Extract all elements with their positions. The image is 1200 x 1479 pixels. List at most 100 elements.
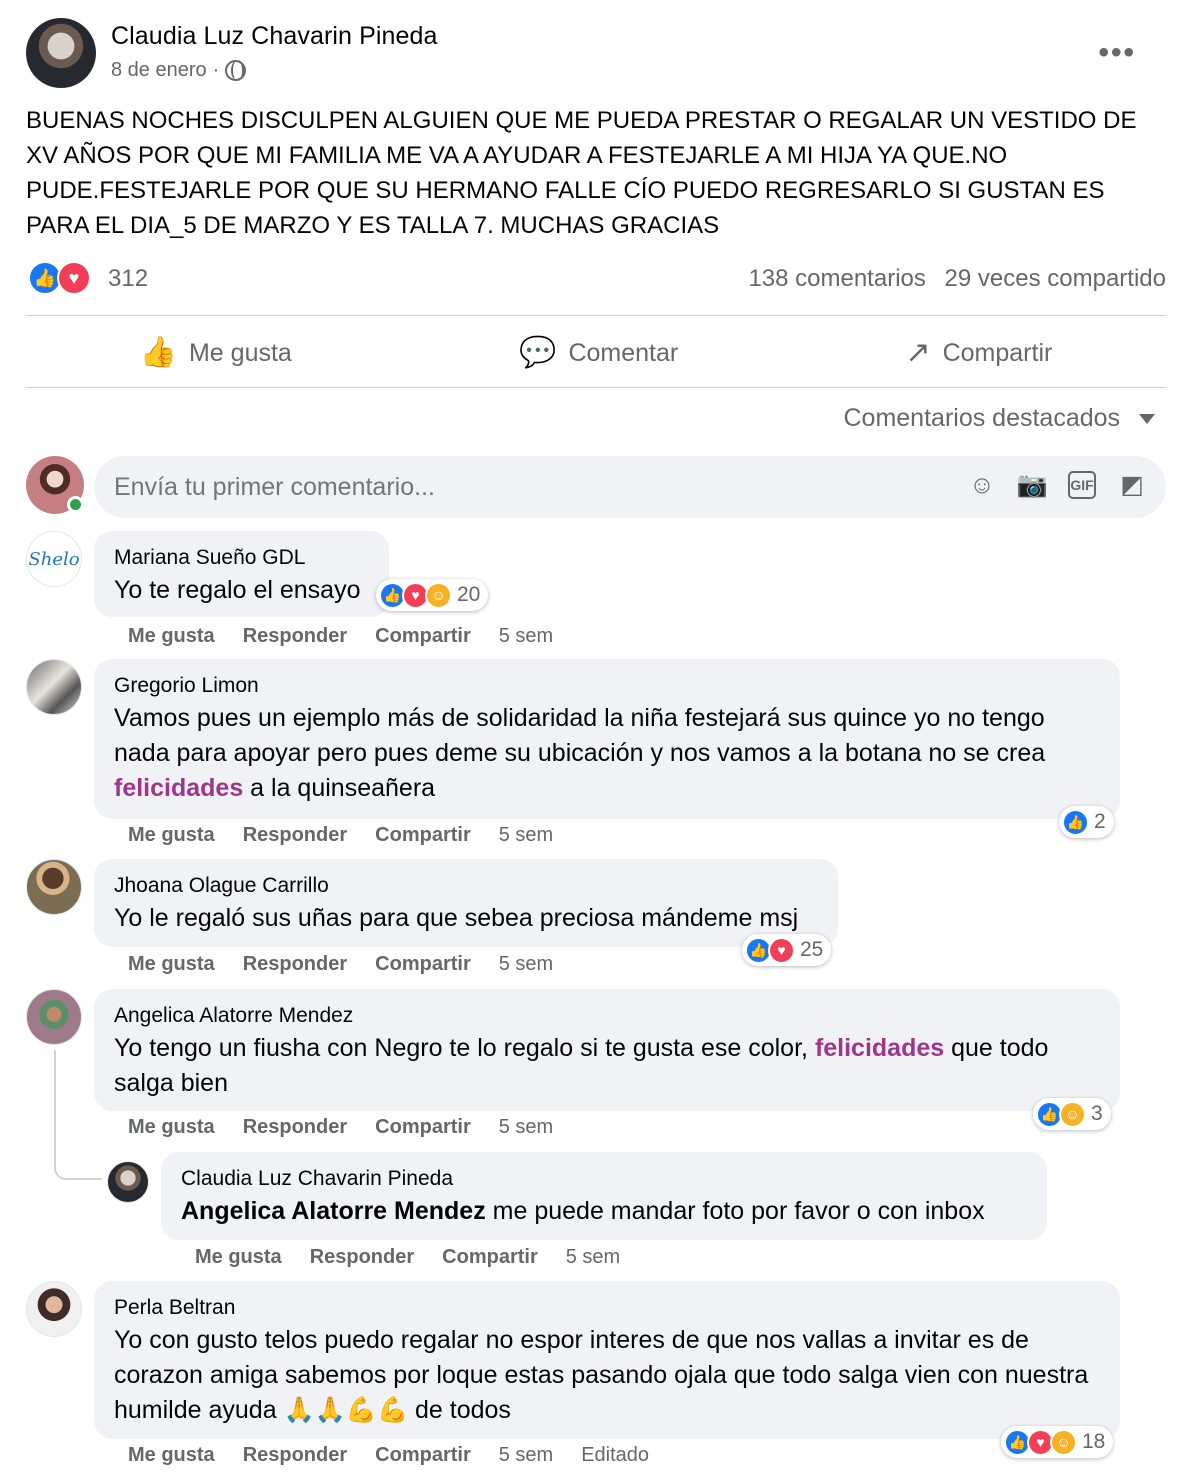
comment-text-part: Yo tengo un fiusha con Negro te lo regal… <box>114 1034 815 1062</box>
comment-like-link[interactable]: Me gusta <box>128 1444 215 1467</box>
reply-text-part: me puede mandar foto por favor o con inb… <box>485 1197 985 1225</box>
post-author-avatar[interactable] <box>26 18 96 88</box>
comment-actions: Me gusta Responder Compartir 5 sem Edita… <box>128 1444 649 1467</box>
commenter-name[interactable]: Mariana Sueño GDL <box>114 543 369 573</box>
post-date[interactable]: 8 de enero <box>111 59 207 82</box>
comment-share-link[interactable]: Compartir <box>375 824 471 847</box>
commenter-name[interactable]: Jhoana Olague Carrillo <box>114 871 818 901</box>
reply-author-avatar[interactable] <box>107 1161 149 1203</box>
highlight-link[interactable]: felicidades <box>815 1034 944 1062</box>
commenter-avatar[interactable] <box>26 659 82 715</box>
comment-reaction-pill[interactable]: 👍 2 <box>1059 806 1114 838</box>
post-author-name[interactable]: Claudia Luz Chavarin Pineda <box>111 22 438 51</box>
reply-actions: Me gusta Responder Compartir 5 sem <box>195 1246 620 1269</box>
comment-reply-link[interactable]: Responder <box>243 1116 347 1139</box>
commenter-name[interactable]: Gregorio Limon <box>114 671 1100 701</box>
comment-text-part: a la quinseañera <box>243 774 436 802</box>
edited-label: Editado <box>581 1444 650 1466</box>
post-meta: 8 de enero · <box>111 59 247 82</box>
shares-count[interactable]: 29 veces compartido <box>945 265 1166 292</box>
comment-actions: Me gusta Responder Compartir 5 sem <box>128 953 553 976</box>
comment-like-link[interactable]: Me gusta <box>128 824 215 847</box>
comments-count[interactable]: 138 comentarios <box>748 265 925 292</box>
comment-sort-dropdown[interactable]: Comentarios destacados <box>843 404 1155 433</box>
comment-button-label: Comentar <box>568 338 679 367</box>
composer-tools: ☺ 📷 GIF ◩ <box>968 471 1146 499</box>
comment-text-part: Vamos pues un ejemplo más de solidaridad… <box>114 704 1046 767</box>
thumbs-up-icon: 👍 <box>139 336 177 369</box>
comment-reply-link[interactable]: Responder <box>243 824 347 847</box>
post-action-bar: 👍 Me gusta 💬 Comentar ↗ Compartir <box>26 318 1166 388</box>
comment-reaction-count: 25 <box>800 938 824 961</box>
gif-icon[interactable]: GIF <box>1068 471 1096 499</box>
actions-divider <box>26 387 1166 388</box>
share-arrow-icon: ↗ <box>905 336 931 369</box>
comment-reaction-pill[interactable]: 👍 ♥ ☺ 20 <box>376 579 489 611</box>
comment-actions: Me gusta Responder Compartir 5 sem <box>128 1116 553 1139</box>
globe-icon[interactable] <box>225 60 247 81</box>
comment-share-link[interactable]: Compartir <box>375 1116 471 1139</box>
comment-time[interactable]: 5 sem <box>499 824 553 847</box>
commenter-avatar[interactable] <box>26 1281 82 1337</box>
comment-reaction-count: 3 <box>1091 1102 1103 1125</box>
comment-time[interactable]: 5 sem <box>499 1444 553 1467</box>
comment-like-link[interactable]: Me gusta <box>128 1116 215 1139</box>
care-reaction-icon: ☺ <box>425 581 452 609</box>
reply-author-name[interactable]: Claudia Luz Chavarin Pineda <box>181 1164 1027 1194</box>
comment-reaction-pill[interactable]: 👍 ♥ ☺ 18 <box>1001 1426 1114 1458</box>
comment-actions: Me gusta Responder Compartir 5 sem <box>128 625 553 648</box>
meta-separator: · <box>212 59 220 81</box>
comment-like-link[interactable]: Me gusta <box>128 953 215 976</box>
comment-text: Yo con gusto telos puedo regalar no espo… <box>114 1326 1089 1424</box>
sticker-icon[interactable]: ◩ <box>1118 471 1146 499</box>
reply-mention[interactable]: Angelica Alatorre Mendez <box>181 1197 486 1225</box>
commenter-avatar[interactable]: Shelo <box>26 531 82 587</box>
comment-reply-link[interactable]: Responder <box>243 1444 347 1467</box>
comment-share-link[interactable]: Compartir <box>375 953 471 976</box>
reaction-icons[interactable]: 👍 ♥ <box>28 261 91 295</box>
camera-icon[interactable]: 📷 <box>1016 471 1047 499</box>
chevron-down-icon <box>1139 414 1155 425</box>
comment-time[interactable]: 5 sem <box>499 1116 553 1139</box>
post-reactions-summary[interactable]: 👍 ♥ 312 138 comentarios 29 veces compart… <box>26 260 1166 300</box>
comment-bubble: Jhoana Olague Carrillo Yo le regaló sus … <box>94 859 838 947</box>
like-button[interactable]: 👍 Me gusta <box>118 330 314 376</box>
commenter-name[interactable]: Perla Beltran <box>114 1293 1100 1323</box>
comment-time[interactable]: 5 sem <box>499 625 553 648</box>
share-button-label: Compartir <box>942 338 1053 367</box>
highlight-link[interactable]: felicidades <box>114 774 243 802</box>
reply-reply-link[interactable]: Responder <box>310 1246 414 1269</box>
comment-share-link[interactable]: Compartir <box>375 1444 471 1467</box>
comment-reply-link[interactable]: Responder <box>243 625 347 648</box>
commenter-avatar[interactable] <box>26 989 82 1045</box>
comment-share-link[interactable]: Compartir <box>375 625 471 648</box>
reply-bubble: Claudia Luz Chavarin Pineda Angelica Ala… <box>161 1152 1047 1240</box>
comment-item: Shelo Mariana Sueño GDL Yo te regalo el … <box>26 531 1166 656</box>
reaction-count[interactable]: 312 <box>108 265 148 293</box>
comment-bubble: Angelica Alatorre Mendez Yo tengo un fiu… <box>94 989 1120 1111</box>
reply-text: Angelica Alatorre Mendez me puede mandar… <box>181 1194 1027 1229</box>
share-button[interactable]: ↗ Compartir <box>883 330 1074 376</box>
comment-reply-link[interactable]: Responder <box>243 953 347 976</box>
comment-item: Perla Beltran Yo con gusto telos puedo r… <box>26 1281 1166 1479</box>
commenter-avatar[interactable] <box>26 859 82 915</box>
comment-bubble: Gregorio Limon Vamos pues un ejemplo más… <box>94 659 1120 819</box>
reply-share-link[interactable]: Compartir <box>442 1246 538 1269</box>
comment-bubble: Perla Beltran Yo con gusto telos puedo r… <box>94 1281 1120 1439</box>
love-reaction-icon: ♥ <box>57 261 91 295</box>
comment-text: Yo le regaló sus uñas para que sebea pre… <box>114 904 799 932</box>
commenter-name[interactable]: Angelica Alatorre Mendez <box>114 1001 1100 1031</box>
comment-like-link[interactable]: Me gusta <box>128 625 215 648</box>
more-options-icon[interactable]: ••• <box>1098 36 1136 70</box>
comment-item: Angelica Alatorre Mendez Yo tengo un fiu… <box>26 989 1166 1139</box>
comment-reaction-pill[interactable]: 👍 ☺ 3 <box>1033 1098 1111 1130</box>
comment-time[interactable]: 5 sem <box>499 953 553 976</box>
emoji-icon[interactable]: ☺ <box>968 471 996 499</box>
comment-reaction-pill[interactable]: 👍 ♥ 25 <box>742 934 832 966</box>
reply-time[interactable]: 5 sem <box>566 1246 620 1269</box>
reply-like-link[interactable]: Me gusta <box>195 1246 282 1269</box>
comment-sort-label: Comentarios destacados <box>843 404 1121 432</box>
comment-button[interactable]: 💬 Comentar <box>497 330 700 376</box>
shelo-logo: Shelo <box>28 548 80 570</box>
comment-reaction-count: 2 <box>1094 810 1106 833</box>
